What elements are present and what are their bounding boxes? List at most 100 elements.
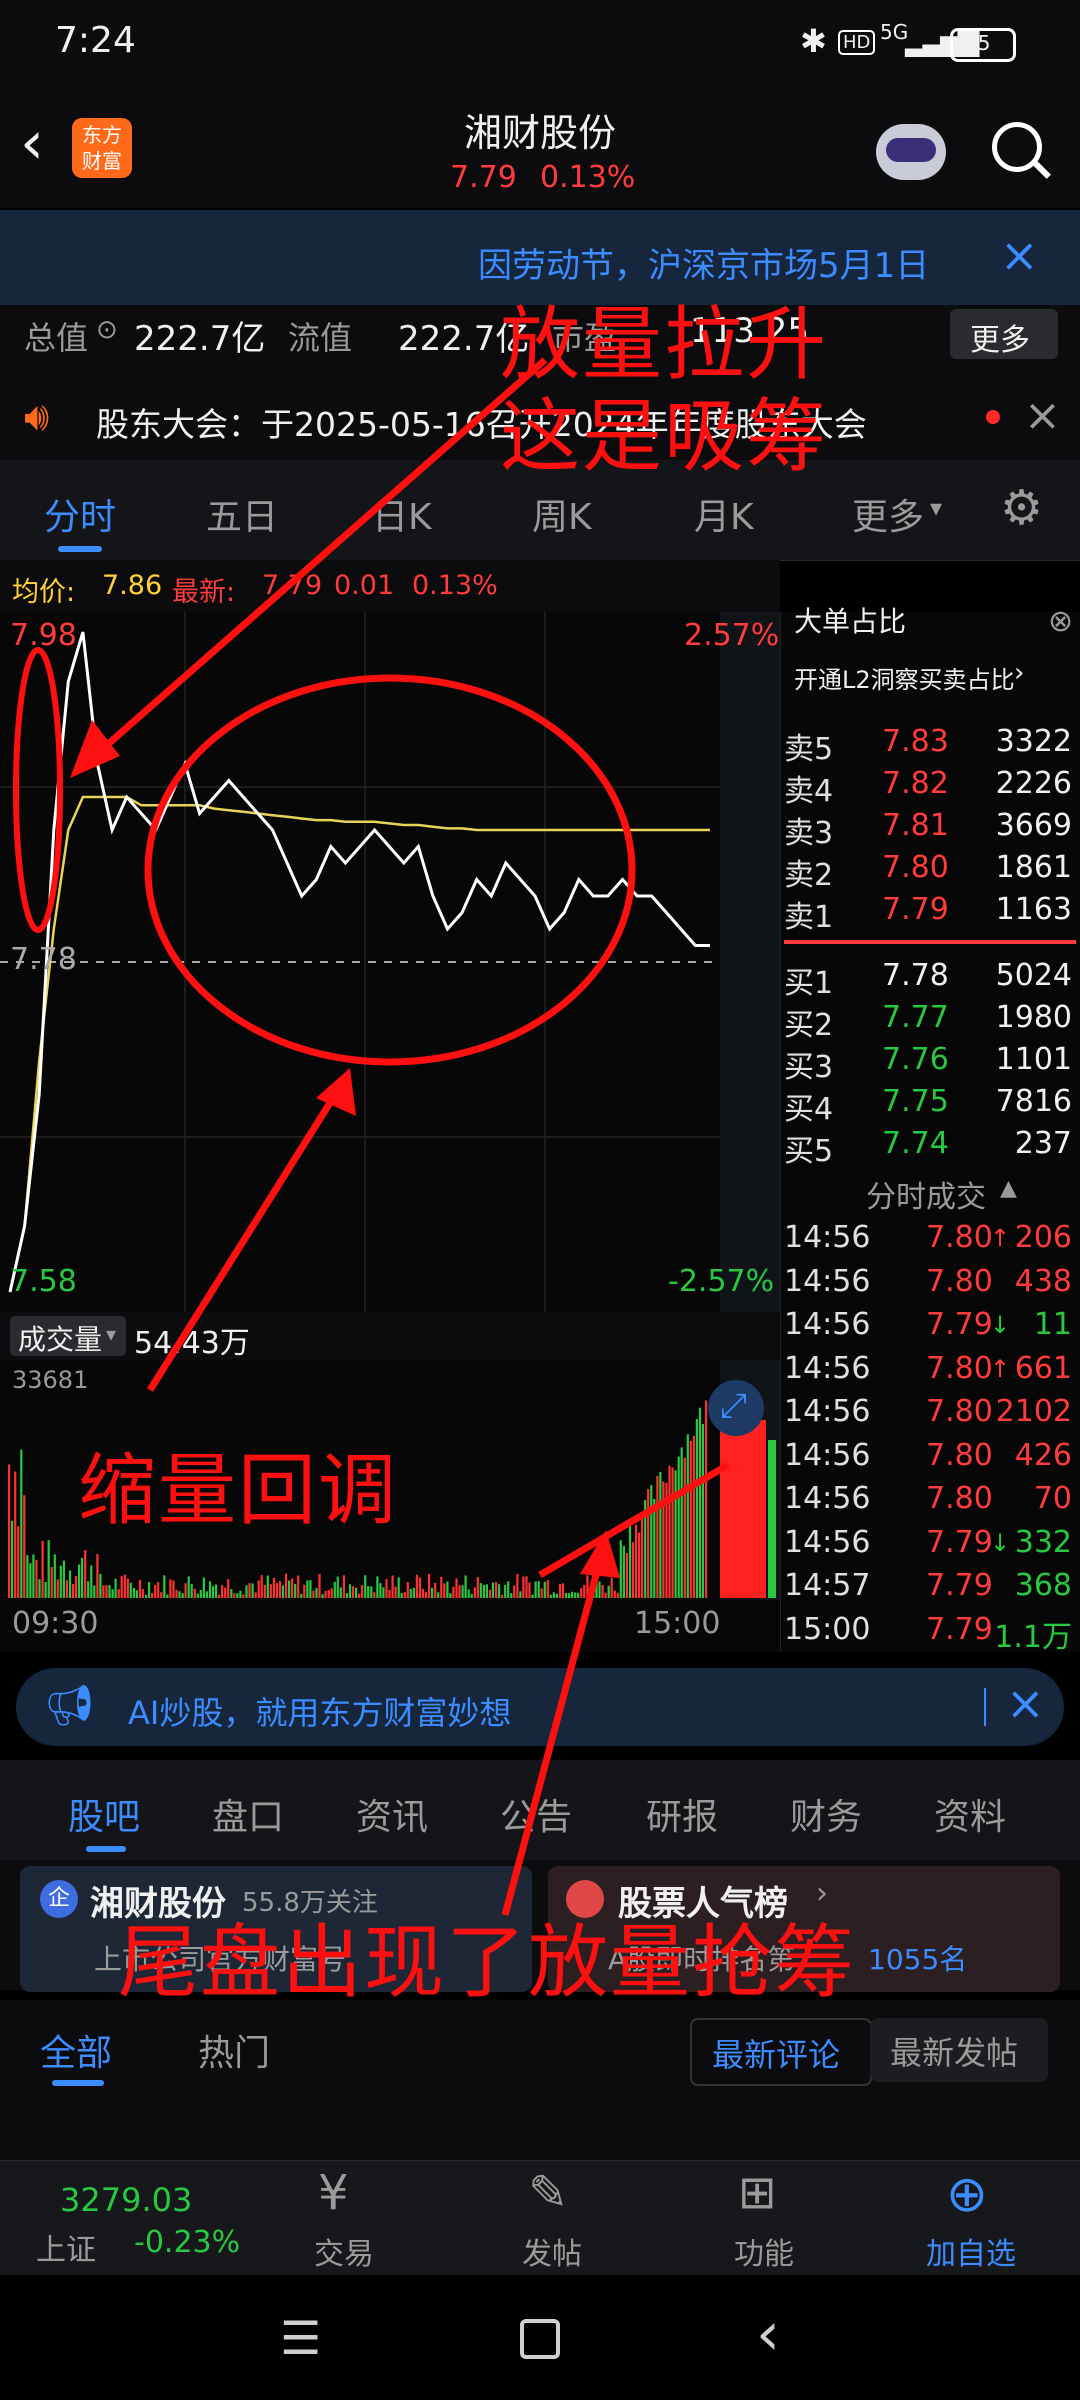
volume-bar (275, 1583, 278, 1598)
info-icon[interactable]: ⊙ (96, 315, 118, 345)
ai-ad-banner[interactable]: 📢︎ AI炒股，就用东方财富妙想 × (16, 1668, 1064, 1746)
tab-daily-k[interactable]: 日K (372, 488, 432, 540)
volume-bar (385, 1578, 388, 1598)
robot-icon[interactable] (876, 124, 946, 180)
post-label[interactable]: 发帖 (522, 2229, 582, 2273)
avg-value: 7.86 (102, 570, 163, 601)
post-icon[interactable]: ✎ (528, 2165, 568, 2221)
more-button[interactable]: 更多 (950, 309, 1058, 359)
index-name[interactable]: 上证 (36, 2225, 96, 2269)
tick-time: 15:00 (784, 1611, 871, 1647)
volume-bar (406, 1582, 409, 1598)
volume-bar (193, 1588, 196, 1598)
price-chart[interactable]: 7.98 7.78 7.58 2.57% -2.57% (0, 612, 780, 1312)
tab-weekly-k[interactable]: 周K (532, 488, 592, 540)
asks-volume: 3669 (995, 808, 1072, 843)
tab-research[interactable]: 研报 (646, 1788, 718, 1840)
tab-profile[interactable]: 资料 (934, 1788, 1006, 1840)
add-watchlist-icon[interactable]: ⊕ (946, 2165, 988, 2223)
bids-row: 买4 7.75 7816 (784, 1082, 1076, 1127)
tab-announcements[interactable]: 公告 (500, 1788, 572, 1840)
volume-bar (382, 1587, 385, 1598)
volume-bar (653, 1499, 656, 1598)
volume-bar (558, 1584, 562, 1598)
volume-bar (123, 1574, 126, 1598)
volume-bar (141, 1589, 145, 1598)
volume-bar (138, 1579, 142, 1598)
close-meeting-icon[interactable]: × (1024, 390, 1061, 441)
volume-bar (108, 1585, 111, 1598)
asks-label: 卖1 (784, 900, 834, 935)
l2-link[interactable]: 开通L2洞察买卖占比 (794, 660, 1015, 695)
filter-all[interactable]: 全部 (40, 2024, 112, 2076)
bids-price: 7.74 (882, 1126, 949, 1161)
volume-bar (29, 1563, 32, 1598)
filter-hot[interactable]: 热门 (198, 2024, 270, 2076)
tab-guba[interactable]: 股吧 (68, 1788, 140, 1840)
tab-news[interactable]: 资讯 (356, 1788, 428, 1840)
tick-price: 7.80 (926, 1350, 993, 1386)
post-filter: 全部 热门 最新评论 最新发帖 (0, 2000, 1080, 2110)
trade-tick-row: 15:00 7.79 1.1万 (784, 1610, 1076, 1655)
volume-bar (507, 1581, 510, 1598)
volume-bar (692, 1435, 695, 1598)
back-nav-icon[interactable]: ‹ (756, 2299, 780, 2369)
add-watchlist-label[interactable]: 加自选 (926, 2229, 1016, 2273)
tick-volume: 1.1万 (994, 1619, 1072, 1655)
price-low-label: 7.58 (10, 1264, 77, 1299)
volume-bar (583, 1584, 586, 1598)
volume-selector[interactable]: 成交量 ▾ (10, 1316, 126, 1356)
tab-five-day[interactable]: 五日 (206, 488, 278, 540)
volume-bar (598, 1581, 601, 1598)
bids-label: 买5 (784, 1134, 834, 1169)
down-arrow-icon: ↓ (990, 1528, 1011, 1557)
volume-bar (379, 1583, 382, 1598)
ad-close-icon[interactable]: × (1006, 1676, 1045, 1730)
tab-more[interactable]: 更多 (852, 488, 924, 540)
volume-bar (565, 1593, 568, 1598)
bids-label: 买3 (784, 1050, 834, 1085)
trade-icon[interactable]: ¥ (318, 2165, 349, 2221)
function-grid-icon[interactable]: ⊞ (738, 2165, 777, 2219)
index-pct[interactable]: -0.23% (134, 2225, 240, 2260)
tab-pankou[interactable]: 盘口 (212, 1788, 284, 1840)
volume-bar (628, 1526, 632, 1598)
volume-bar (415, 1574, 418, 1598)
volume-bar (254, 1592, 257, 1598)
tick-time: 14:56 (784, 1437, 871, 1473)
latest-comment-button[interactable]: 最新评论 (690, 2018, 872, 2086)
volume-bar (281, 1585, 285, 1598)
volume-bar (135, 1590, 138, 1598)
tab-finance[interactable]: 财务 (790, 1788, 862, 1840)
trade-label[interactable]: 交易 (314, 2229, 374, 2273)
tick-time: 14:56 (784, 1481, 871, 1516)
volume-bar (695, 1419, 698, 1598)
volume-bar (580, 1588, 583, 1598)
latest-label: 最新: (172, 577, 236, 608)
big-order-close-icon[interactable]: ⊗ (1048, 604, 1073, 639)
volume-bar (333, 1581, 336, 1598)
volume-bar (464, 1575, 467, 1598)
gear-icon[interactable]: ⚙ (1000, 480, 1043, 536)
latest-post-button[interactable]: 最新发帖 (870, 2018, 1048, 2082)
down-arrow-icon: ↓ (990, 1311, 1011, 1339)
volume-bar (190, 1584, 193, 1598)
tick-time: 14:57 (784, 1568, 871, 1603)
volume-bar (641, 1515, 644, 1598)
close-icon[interactable]: × (1000, 228, 1039, 282)
expand-icon[interactable]: ⤢ (708, 1380, 764, 1436)
home-icon[interactable] (520, 2319, 560, 2359)
function-label[interactable]: 功能 (734, 2229, 794, 2273)
volume-bar (701, 1424, 705, 1598)
volume-bar (473, 1587, 476, 1598)
tab-monthly-k[interactable]: 月K (694, 488, 754, 540)
menu-icon[interactable]: ☰ (280, 2311, 321, 2365)
index-value[interactable]: 3279.03 (60, 2181, 192, 2219)
volume-bar (409, 1588, 412, 1598)
volume-bar (345, 1593, 348, 1598)
ticks-title[interactable]: 分时成交 (866, 1172, 986, 1216)
tab-intraday[interactable]: 分时 (44, 488, 116, 540)
volume-bar (437, 1592, 440, 1598)
volume-bar (495, 1582, 498, 1598)
volume-bar (373, 1592, 376, 1598)
